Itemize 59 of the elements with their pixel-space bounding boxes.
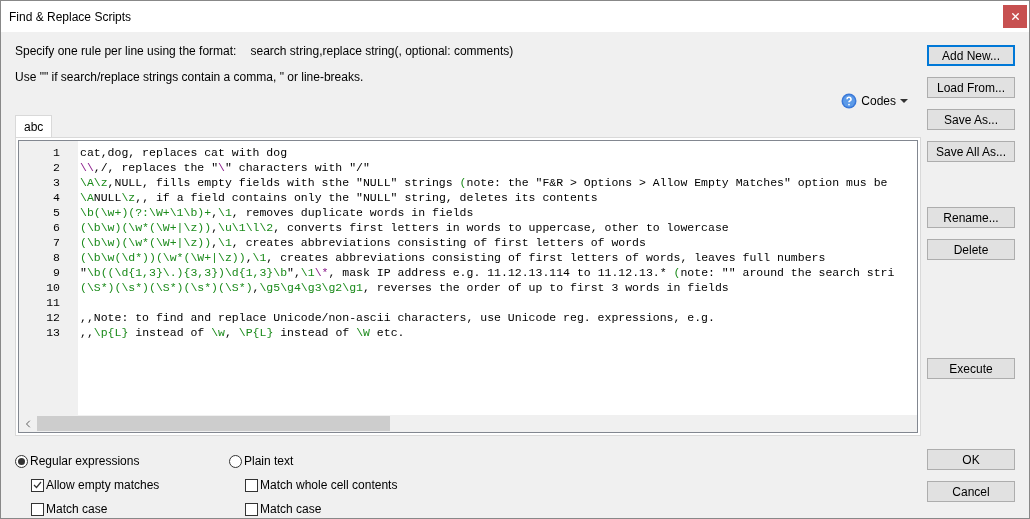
radio-label[interactable]: Plain text (244, 452, 294, 470)
dialog-button[interactable]: OK (927, 449, 1015, 470)
code-line: \b(\w+)(?:\W+\1\b)+,\1, removes duplicate words in fields (80, 205, 474, 220)
line-number: 1 (53, 145, 61, 160)
code-line: \\,/, replaces the "\" characters with "/" (80, 160, 370, 175)
code-line: ,,Note: to find and replace Unicode/non-ascii characters, use Unicode reg. expressions, e.g. (80, 310, 715, 325)
code-line: cat,dog, replaces cat with dog (80, 145, 288, 160)
scrollbar-thumb[interactable] (37, 416, 390, 431)
dialog-button[interactable]: Execute (927, 358, 1015, 379)
close-icon (1009, 11, 1021, 22)
line-number: 8 (53, 250, 61, 265)
line-number: 10 (46, 280, 61, 295)
line-number: 11 (46, 295, 61, 310)
checkbox-label[interactable]: Match whole cell contents (260, 476, 398, 494)
checkbox[interactable] (31, 478, 44, 492)
line-number: 3 (53, 175, 61, 190)
checkbox[interactable] (245, 478, 258, 492)
help-icon (841, 93, 858, 109)
code-line: ,,\p{L} instead of \w, \P{L} instead of \W etc. (80, 325, 405, 340)
line-number: 12 (46, 310, 61, 325)
code-line: (\b\w)(\w*(\W+|\z)),\u\1\l\2, converts first letters in words to uppercase, other to lowercase (80, 220, 729, 235)
close-button[interactable] (1003, 5, 1027, 28)
horizontal-scrollbar[interactable] (19, 415, 917, 432)
line-number: 4 (53, 190, 61, 205)
tab[interactable]: abc (15, 115, 53, 137)
dialog-button[interactable]: Add New... (927, 45, 1015, 66)
dialog-button[interactable]: Save As... (927, 109, 1015, 130)
code-line: (\b\w(\d*))(\w*(\W+|\z)),\1, creates abbreviations consisting of first letters of words, leaves full numbers (80, 250, 826, 265)
dialog-button[interactable]: Save All As... (927, 141, 1015, 162)
checkbox-label[interactable]: Match case (46, 500, 108, 518)
code-line: \ANULL\z,, if a field contains only the "NULL" string, deletes its contents (80, 190, 598, 205)
checkbox[interactable] (245, 502, 258, 516)
radio-label[interactable]: Regular expressions (30, 452, 140, 470)
code-line: "\b((\d{1,3}\.){3,3})\d{1,3}\b",\1\*, mask IP address e.g. 11.12.13.114 to 11.12.13.* (note: "" around the search stri (80, 265, 895, 280)
line-number: 9 (53, 265, 61, 280)
checkbox-label[interactable]: Allow empty matches (46, 476, 160, 494)
line-number: 5 (53, 205, 61, 220)
checkbox-label[interactable]: Match case (260, 500, 322, 518)
dropdown-caret-icon (900, 98, 908, 104)
dialog-button[interactable]: Load From... (927, 77, 1015, 98)
checkbox[interactable] (31, 502, 44, 516)
format-label: Specify one rule per line using the format: (15, 43, 237, 60)
radio-button[interactable] (229, 454, 242, 468)
code-line: \A\z,NULL, fills empty fields with sthe "NULL" strings (note: the "F&R > Options > Allow Empty Matches" option mus be (80, 175, 888, 190)
line-number: 6 (53, 220, 61, 235)
codes-menu[interactable]: Codes (841, 92, 908, 110)
window-title: Find & Replace Scripts (9, 8, 132, 26)
line-number: 7 (53, 235, 61, 250)
line-number: 13 (46, 325, 61, 340)
dialog-button[interactable]: Rename... (927, 207, 1015, 228)
dialog-button[interactable]: Cancel (927, 481, 1015, 502)
radio-button[interactable] (15, 454, 28, 468)
code-line: (\b\w)(\w*(\W+|\z)),\1, creates abbreviations consisting of first letters of words (80, 235, 646, 250)
quoting-note: Use "" if search/replace strings contain a comma, " or line-breaks. (15, 69, 365, 86)
code-line: (\S*)(\s*)(\S*)(\s*)(\S*),\g5\g4\g3\g2\g1, reverses the order of up to first 3 words in fields (80, 280, 729, 295)
format-text: search string,replace string(, optional: comments) (250, 43, 514, 60)
dialog-button[interactable]: Delete (927, 239, 1015, 260)
script-editor[interactable] (18, 140, 918, 433)
line-number: 2 (53, 160, 61, 175)
